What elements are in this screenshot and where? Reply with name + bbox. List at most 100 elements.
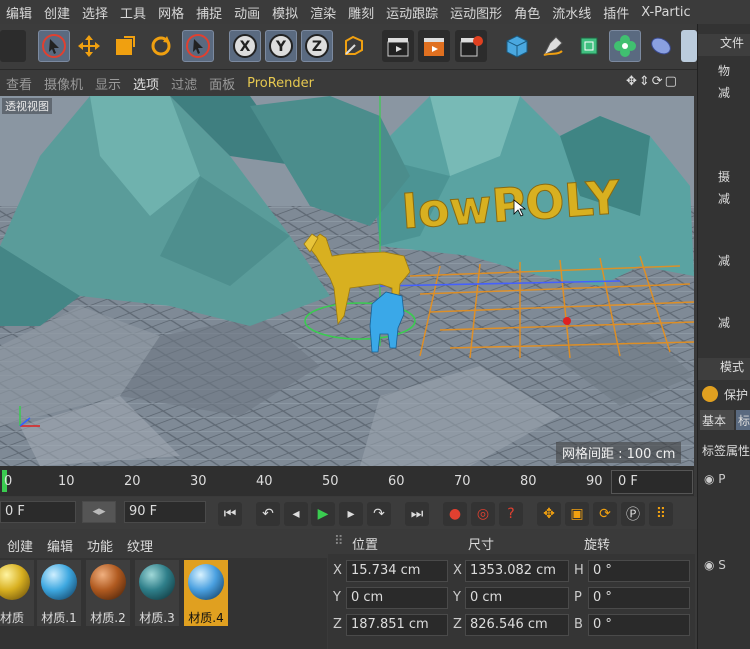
material-menu-edit[interactable]: 编辑 bbox=[40, 536, 80, 555]
tab-basic[interactable]: 基本 bbox=[700, 410, 734, 430]
key-scale-button[interactable]: ▣ bbox=[565, 502, 589, 526]
menu-character[interactable]: 角色 bbox=[508, 3, 546, 22]
cube-primitive-button[interactable] bbox=[501, 30, 533, 62]
menu-simulate[interactable]: 模拟 bbox=[266, 3, 304, 22]
tab-tag[interactable]: 标 bbox=[736, 410, 750, 430]
s-radio[interactable]: ◉ S bbox=[704, 558, 726, 572]
menu-x-particles[interactable]: X-Partic bbox=[635, 5, 696, 20]
material-swatch-selected[interactable]: 材质.4 bbox=[184, 560, 228, 626]
viewport-menu-display[interactable]: 显示 bbox=[89, 74, 127, 93]
material-menu-function[interactable]: 功能 bbox=[80, 536, 120, 555]
menu-sculpt[interactable]: 雕刻 bbox=[342, 3, 380, 22]
viewport-menu-view[interactable]: 查看 bbox=[0, 74, 38, 93]
scale-tool-button[interactable] bbox=[109, 30, 141, 62]
key-rotation-button[interactable]: ⟳ bbox=[593, 502, 617, 526]
deformer-icon bbox=[651, 37, 671, 55]
material-swatch[interactable]: 材质 bbox=[0, 560, 34, 626]
tree-item-4[interactable]: 减 bbox=[718, 252, 730, 269]
go-to-start-button[interactable]: ⏮ bbox=[218, 502, 242, 526]
x-axis-lock-button[interactable]: X bbox=[229, 30, 261, 62]
rot-h-field[interactable]: 0 ° bbox=[588, 560, 690, 582]
menu-tools[interactable]: 工具 bbox=[114, 3, 152, 22]
previous-frame-button[interactable]: ◂ bbox=[284, 502, 308, 526]
tree-item-0[interactable]: 物 bbox=[718, 62, 730, 79]
menu-edit[interactable]: 编辑 bbox=[0, 3, 38, 22]
menu-select[interactable]: 选择 bbox=[76, 3, 114, 22]
menu-pipeline[interactable]: 流水线 bbox=[546, 3, 597, 22]
pos-x-field[interactable]: 15.734 cm bbox=[346, 560, 448, 582]
current-frame-field[interactable]: 0 F bbox=[611, 470, 693, 494]
material-menu-create[interactable]: 创建 bbox=[0, 536, 40, 555]
rot-p-field[interactable]: 0 ° bbox=[588, 587, 690, 609]
size-y-field[interactable]: 0 cm bbox=[465, 587, 569, 609]
render-view-button[interactable] bbox=[382, 30, 414, 62]
pen-icon bbox=[542, 36, 563, 57]
subdivision-surface-button[interactable] bbox=[573, 30, 605, 62]
auto-key-button[interactable]: ◎ bbox=[471, 502, 495, 526]
menu-mesh[interactable]: 网格 bbox=[152, 3, 190, 22]
render-settings-button[interactable] bbox=[455, 30, 487, 62]
material-ball-icon bbox=[139, 564, 175, 600]
material-swatch[interactable]: 材质.1 bbox=[37, 560, 81, 626]
main-toolbar: X Y Z bbox=[0, 24, 700, 70]
viewport-menu-panel[interactable]: 面板 bbox=[203, 74, 241, 93]
rotate-tool-button[interactable] bbox=[145, 30, 177, 62]
start-frame-field[interactable]: 0 F bbox=[0, 501, 76, 523]
floor-button[interactable] bbox=[681, 30, 697, 62]
pos-y-field[interactable]: 0 cm bbox=[346, 587, 448, 609]
viewport-menu-prorender[interactable]: ProRender bbox=[241, 76, 320, 91]
size-z-field[interactable]: 826.546 cm bbox=[465, 614, 569, 636]
record-button[interactable]: ● bbox=[443, 502, 467, 526]
next-key-button[interactable]: ↷ bbox=[367, 502, 391, 526]
p-radio[interactable]: ◉ P bbox=[704, 472, 726, 486]
move-tool-button[interactable] bbox=[73, 30, 105, 62]
size-x-field[interactable]: 1353.082 cm bbox=[465, 560, 569, 582]
tree-item-1[interactable]: 减 bbox=[718, 84, 730, 101]
rot-b-field[interactable]: 0 ° bbox=[588, 614, 690, 636]
tick-50: 50 bbox=[322, 474, 339, 489]
select-tool-button[interactable] bbox=[38, 30, 70, 62]
menu-render[interactable]: 渲染 bbox=[304, 3, 342, 22]
material-swatch[interactable]: 材质.2 bbox=[86, 560, 130, 626]
menu-animate[interactable]: 动画 bbox=[228, 3, 266, 22]
perspective-viewport[interactable]: lowPOLY bbox=[0, 96, 694, 466]
viewport-nav-icons[interactable]: ✥⇕⟳▢ bbox=[626, 74, 679, 89]
coordinate-system-button[interactable] bbox=[338, 30, 370, 62]
viewport-menu-filter[interactable]: 过滤 bbox=[165, 74, 203, 93]
pos-z-field[interactable]: 187.851 cm bbox=[346, 614, 448, 636]
tree-item-2[interactable]: 摄 bbox=[718, 168, 730, 185]
size-x-label: X bbox=[453, 563, 462, 578]
z-axis-lock-button[interactable]: Z bbox=[301, 30, 333, 62]
render-to-picture-viewer-button[interactable] bbox=[418, 30, 450, 62]
viewport-menu-options[interactable]: 选项 bbox=[127, 74, 165, 93]
tree-item-5[interactable]: 减 bbox=[718, 314, 730, 331]
frame-stepper[interactable]: ◂▸ bbox=[82, 501, 116, 523]
material-menu-texture[interactable]: 纹理 bbox=[120, 536, 160, 555]
viewport-menu-camera[interactable]: 摄像机 bbox=[38, 74, 89, 93]
key-param-button[interactable]: Ⓟ bbox=[621, 502, 645, 526]
material-name: 材质 bbox=[0, 611, 24, 625]
next-frame-button[interactable]: ▸ bbox=[339, 502, 363, 526]
material-swatch[interactable]: 材质.3 bbox=[135, 560, 179, 626]
previous-key-button[interactable]: ↶ bbox=[256, 502, 280, 526]
menu-motion-tracker[interactable]: 运动跟踪 bbox=[380, 3, 444, 22]
play-button[interactable]: ▶ bbox=[311, 502, 335, 526]
undo-button[interactable] bbox=[0, 30, 26, 62]
y-axis-lock-button[interactable]: Y bbox=[265, 30, 297, 62]
menu-plugins[interactable]: 插件 bbox=[597, 3, 635, 22]
key-points-button[interactable]: ⠿ bbox=[649, 502, 673, 526]
timeline-ruler[interactable]: 0 10 20 30 40 50 60 70 80 90 bbox=[0, 466, 694, 496]
menu-create[interactable]: 创建 bbox=[38, 3, 76, 22]
menu-mograph[interactable]: 运动图形 bbox=[444, 3, 508, 22]
go-to-end-button[interactable]: ⏭ bbox=[405, 502, 429, 526]
menu-snap[interactable]: 捕捉 bbox=[190, 3, 228, 22]
tree-item-3[interactable]: 减 bbox=[718, 190, 730, 207]
key-position-button[interactable]: ✥ bbox=[537, 502, 561, 526]
deformer-button[interactable] bbox=[645, 30, 677, 62]
keyframe-selection-button[interactable]: ? bbox=[499, 502, 523, 526]
end-frame-field[interactable]: 90 F bbox=[124, 501, 206, 523]
pen-spline-button[interactable] bbox=[537, 30, 569, 62]
cloner-button[interactable] bbox=[609, 30, 641, 62]
live-select-button[interactable] bbox=[182, 30, 214, 62]
material-manager-menu: 创建 编辑 功能 纹理 bbox=[0, 532, 327, 558]
